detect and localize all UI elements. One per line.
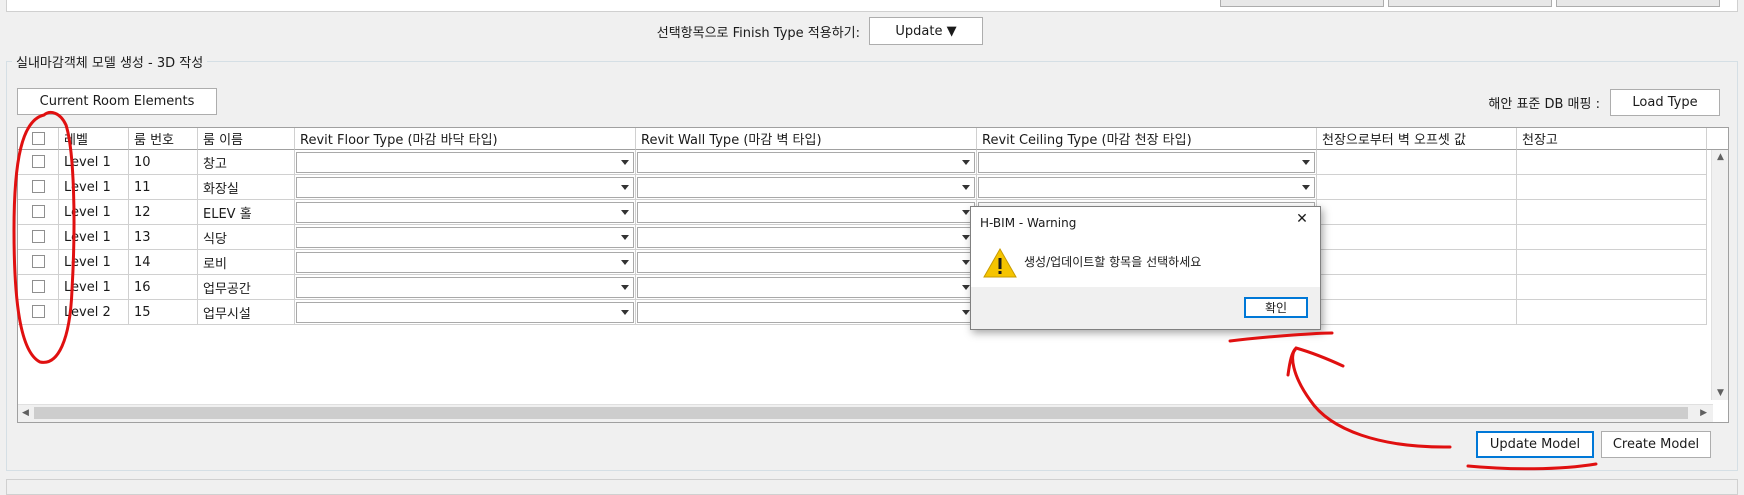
annotation-layer bbox=[12, 111, 1598, 471]
ok-button-underline bbox=[1228, 331, 1334, 343]
annotation-arrow bbox=[1291, 348, 1452, 449]
update-button-underline bbox=[1466, 462, 1598, 471]
checkbox-column-loop bbox=[12, 111, 76, 364]
